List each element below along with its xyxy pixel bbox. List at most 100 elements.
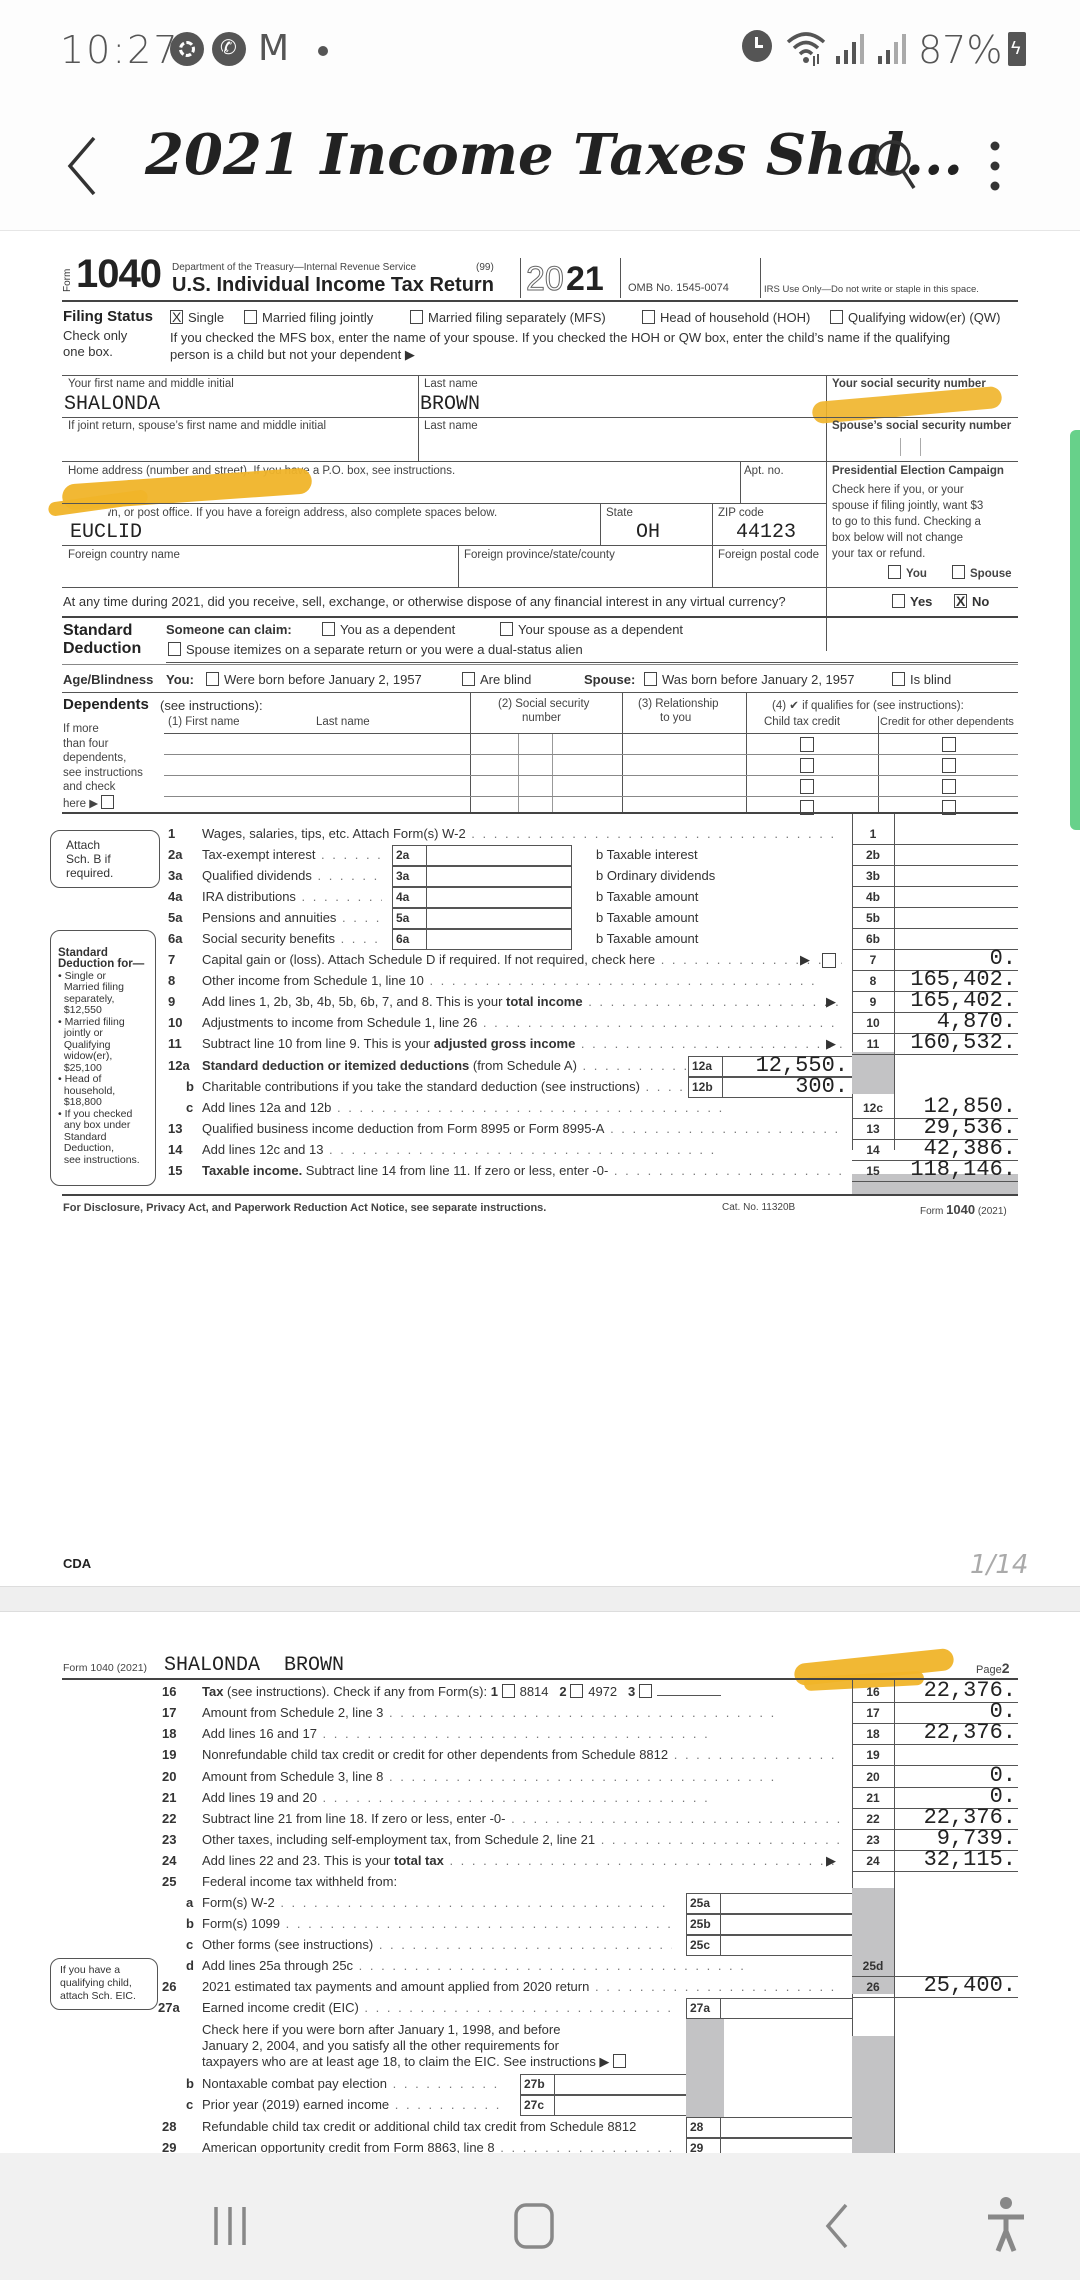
line-description: Add lines 1, 2b, 3b, 4b, 5b, 6b, 7, and …: [202, 994, 842, 1009]
amount-value[interactable]: 32,115.: [898, 1847, 1016, 1872]
checkbox[interactable]: [822, 953, 836, 968]
zip-value[interactable]: 44123: [736, 521, 796, 544]
state-value[interactable]: OH: [636, 521, 660, 544]
dep2-other-credit-checkbox[interactable]: [942, 758, 956, 773]
filing-note-1: If you checked the MFS box, enter the na…: [170, 330, 951, 345]
accessibility-button[interactable]: [984, 2195, 1028, 2255]
checkbox[interactable]: [101, 794, 115, 809]
box-label: 20: [866, 1770, 880, 1784]
you-born-before[interactable]: Were born before January 2, 1957: [206, 672, 422, 687]
filing-status-heading: Filing Status: [63, 308, 153, 325]
dep3-other-credit-checkbox[interactable]: [942, 779, 956, 794]
checkbox[interactable]: [410, 310, 423, 324]
city-value[interactable]: EUCLID: [70, 521, 142, 544]
virtual-currency-no[interactable]: No: [954, 593, 989, 609]
checkbox-checked[interactable]: [954, 593, 967, 609]
dep1-other-credit-checkbox[interactable]: [942, 737, 956, 752]
checkbox[interactable]: [644, 672, 657, 686]
checkbox[interactable]: [952, 565, 965, 579]
checkbox[interactable]: [830, 310, 843, 324]
back-button[interactable]: [58, 130, 108, 200]
last-name-value[interactable]: BROWN: [420, 393, 480, 416]
search-button[interactable]: [870, 134, 924, 194]
box-label: 7: [869, 953, 877, 967]
dep2-child-credit-checkbox[interactable]: [800, 758, 814, 773]
first-name-value[interactable]: SHALONDA: [64, 393, 160, 416]
line-description: Form(s) W-2: [202, 1895, 668, 1910]
line-description: American opportunity credit from Form 88…: [202, 2140, 672, 2153]
dependents-heading: Dependents: [63, 696, 149, 713]
filing-married-jointly[interactable]: Married filing jointly: [244, 310, 373, 325]
line-description: Amount from Schedule 3, line 8: [202, 1769, 776, 1784]
line-description: Tax (see instructions). Check if any fro…: [202, 1684, 721, 1699]
checkbox[interactable]: [570, 1684, 584, 1698]
more-options-button[interactable]: [980, 136, 1010, 196]
checkbox[interactable]: [888, 565, 901, 579]
line-number: 4a: [168, 889, 183, 904]
scrollbar-thumb[interactable]: [1070, 430, 1080, 830]
page-indicator: 1/14: [970, 1550, 1029, 1580]
spouse-born-before[interactable]: Was born before January 2, 1957: [644, 672, 854, 687]
box-label: 27b: [524, 2077, 545, 2091]
dependents-side-note: If more than four dependents, see instructi…: [63, 723, 143, 810]
spouse-itemizes[interactable]: Spouse itemizes on a separate return or …: [168, 642, 583, 657]
pdf-viewer[interactable]: Form 1040 Department of the Treasury—Int…: [0, 230, 1080, 2153]
checkbox[interactable]: [244, 310, 257, 324]
box-label: 28: [690, 2120, 704, 2134]
claim-spouse-dependent[interactable]: Your spouse as a dependent: [500, 622, 683, 637]
box-label: 11: [866, 1037, 880, 1051]
amount-value[interactable]: 160,532.: [898, 1030, 1016, 1055]
amount-value[interactable]: 118,146.: [898, 1157, 1016, 1182]
dep3-child-credit-checkbox[interactable]: [800, 779, 814, 794]
irs-use-only: IRS Use Only—Do not write or staple in t…: [764, 284, 979, 295]
amount-value[interactable]: 22,376.: [898, 1720, 1016, 1745]
checkbox[interactable]: [892, 672, 905, 686]
spouse-is-blind[interactable]: Is blind: [892, 672, 951, 687]
recents-button[interactable]: [205, 2201, 255, 2251]
checkbox[interactable]: [613, 2054, 627, 2068]
checkbox[interactable]: [500, 622, 513, 636]
box-label: 3a: [396, 869, 410, 883]
checkbox[interactable]: [322, 622, 335, 636]
battery-charging-icon: ϟ: [1008, 32, 1026, 66]
line-description: Add lines 12a and 12b: [202, 1100, 724, 1115]
amount-value[interactable]: 300.: [724, 1074, 848, 1099]
presidential-spouse[interactable]: Spouse: [952, 565, 1012, 580]
box-label: 14: [866, 1143, 880, 1157]
dep-col-last: Last name: [316, 716, 370, 728]
checkbox[interactable]: [168, 642, 181, 656]
signal-icon: [876, 32, 910, 71]
checkbox-checked[interactable]: [170, 309, 183, 325]
eic-check-text: Check here if you were born after Januar…: [202, 2022, 631, 2070]
claim-you-dependent[interactable]: You as a dependent: [322, 622, 455, 637]
box-label: 21: [866, 1791, 880, 1805]
dep1-child-credit-checkbox[interactable]: [800, 737, 814, 752]
home-button[interactable]: [510, 2201, 560, 2251]
line-description: Federal income tax withheld from:: [202, 1874, 398, 1889]
dep-col-rel-2: to you: [660, 712, 692, 724]
filing-single[interactable]: Single: [170, 309, 224, 325]
box-label: 12c: [862, 1101, 884, 1115]
line-description: IRA distributions: [202, 889, 382, 904]
filing-status-sub1: Check only: [63, 328, 128, 343]
checkbox[interactable]: [642, 310, 655, 324]
line-description: Refundable child tax credit or additiona…: [202, 2119, 637, 2134]
box-label: 2b: [865, 848, 880, 862]
checkbox[interactable]: [501, 1684, 515, 1698]
nav-back-button[interactable]: [818, 2201, 858, 2251]
box-label: 16: [866, 1685, 880, 1699]
presidential-you[interactable]: You: [888, 565, 927, 580]
box-label: 12a: [692, 1059, 713, 1073]
amount-value[interactable]: 25,400.: [898, 1973, 1016, 1998]
checkbox[interactable]: [462, 672, 475, 686]
wifi-icon: [784, 28, 828, 76]
filing-qualifying-widow[interactable]: Qualifying widow(er) (QW): [830, 310, 1000, 325]
you-are-blind[interactable]: Are blind: [462, 672, 531, 687]
filing-head-of-household[interactable]: Head of household (HOH): [642, 310, 810, 325]
dep-col-child-credit: Child tax credit: [764, 716, 841, 728]
virtual-currency-yes[interactable]: Yes: [892, 594, 932, 609]
checkbox[interactable]: [638, 1684, 652, 1698]
filing-married-separately[interactable]: Married filing separately (MFS): [410, 310, 606, 325]
checkbox[interactable]: [206, 672, 219, 686]
checkbox[interactable]: [892, 594, 905, 608]
